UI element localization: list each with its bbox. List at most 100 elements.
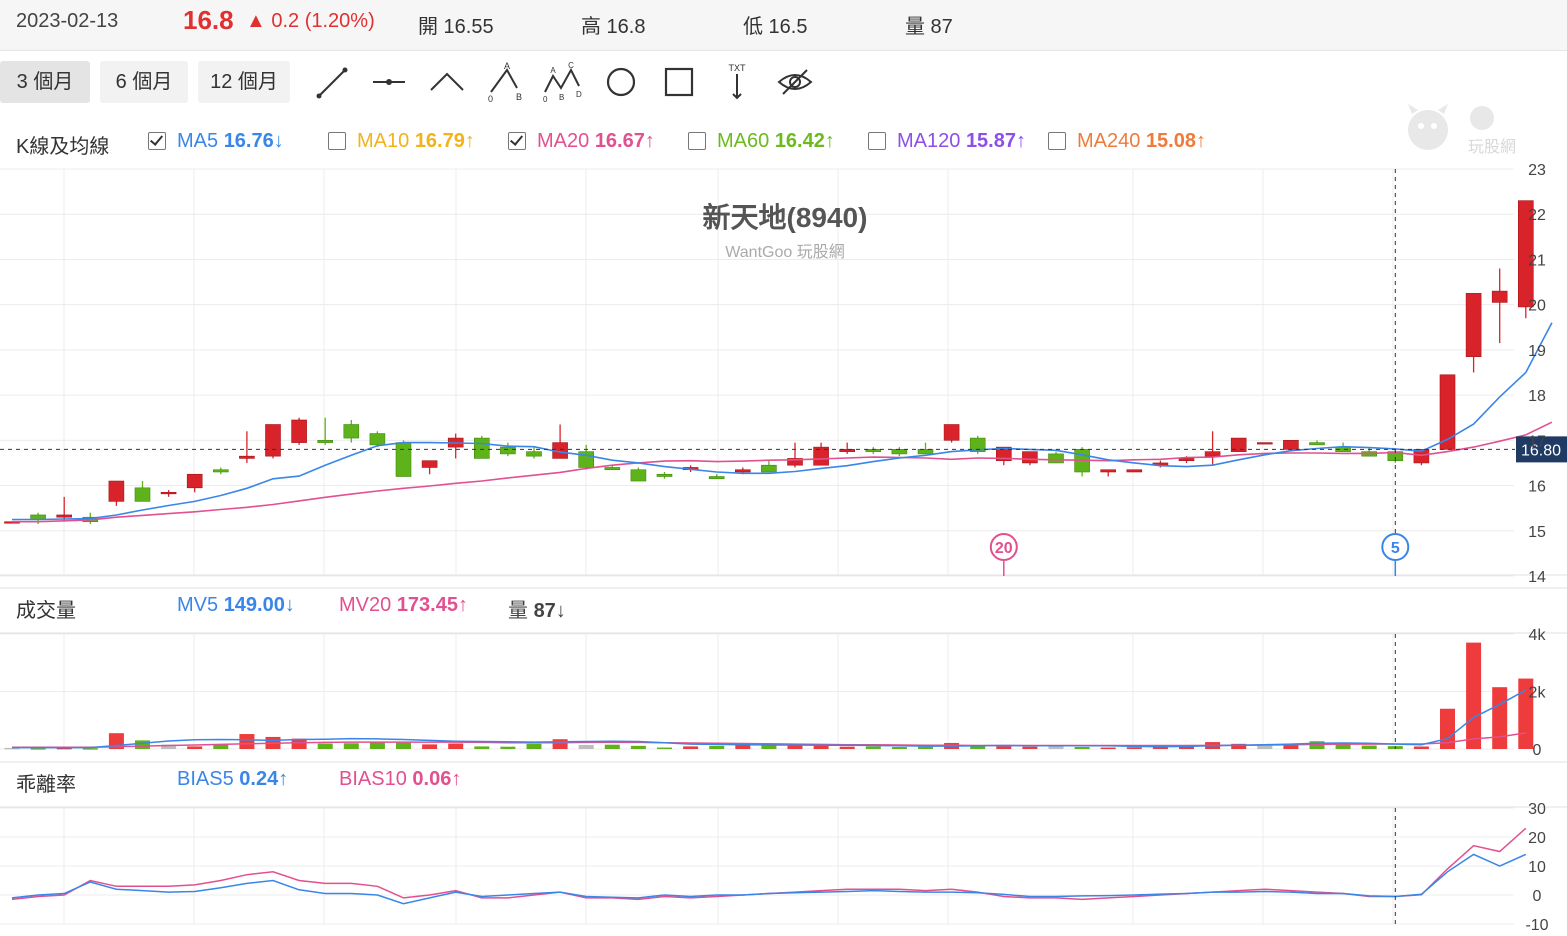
volume-bar <box>604 744 620 749</box>
candle-body <box>369 433 386 446</box>
candle-body <box>1309 442 1325 446</box>
candlestick <box>56 496 73 522</box>
candlestick <box>1126 469 1143 473</box>
volume-bar <box>1335 744 1351 749</box>
volume-bar <box>1048 746 1064 749</box>
candle-body <box>526 451 542 457</box>
candle-body <box>317 440 334 443</box>
volume-bar <box>187 746 203 749</box>
candlestick <box>1465 293 1482 373</box>
candle-body <box>604 467 621 471</box>
candlestick <box>761 460 777 473</box>
candle-body <box>265 424 281 457</box>
candlestick <box>969 435 986 454</box>
candle-body <box>421 460 438 468</box>
candlestick <box>917 442 934 455</box>
volume-bar <box>213 744 229 749</box>
candlestick <box>526 447 542 459</box>
candlestick <box>1100 469 1116 477</box>
candlestick <box>1309 440 1325 446</box>
candlestick <box>421 460 438 475</box>
candlestick <box>395 440 412 477</box>
price-axis-tick: 17 <box>1528 433 1546 450</box>
marker-label: 5 <box>1391 540 1400 557</box>
volume-bar <box>239 734 255 749</box>
volume-bar <box>500 746 516 749</box>
price-axis-tick: 19 <box>1528 343 1546 360</box>
candle-body <box>343 424 360 439</box>
volume-bar <box>317 743 333 749</box>
price-axis-tick: 22 <box>1528 207 1546 224</box>
candlestick <box>1257 442 1273 445</box>
volume-bar <box>552 739 568 749</box>
volume-bar <box>1100 747 1116 750</box>
candlestick <box>578 444 595 470</box>
chart-subtitle: WantGoo 玩股網 <box>725 243 844 261</box>
candle-body <box>1204 451 1221 457</box>
candle-body <box>291 419 307 443</box>
candlestick <box>630 467 647 482</box>
volume-bar <box>1492 687 1508 749</box>
candlestick <box>839 442 856 454</box>
volume-axis-tick: 2k <box>1529 685 1547 702</box>
price-axis-tick: 14 <box>1528 569 1546 586</box>
candlestick <box>160 490 177 497</box>
candlestick <box>108 480 125 506</box>
stock-chart[interactable]: 新天地(8940) WantGoo 玩股網 16.80 232221201918… <box>0 0 1567 936</box>
candle-body <box>1022 451 1038 464</box>
volume-bar <box>630 745 646 749</box>
volume-bar <box>1466 642 1482 749</box>
volume-bar <box>1074 746 1090 749</box>
volume-bar <box>343 743 359 749</box>
candle-body <box>1465 293 1482 357</box>
price-axis-tick: 16 <box>1528 479 1546 496</box>
volume-bar <box>865 746 881 749</box>
volume-bar <box>1022 746 1038 749</box>
candle-body <box>630 469 647 482</box>
bias-axis-tick: 0 <box>1533 888 1542 905</box>
bias-axis-tick: 10 <box>1528 859 1546 876</box>
bias-axis-tick: -10 <box>1525 917 1548 934</box>
candle-body <box>708 476 725 480</box>
bias10-line <box>11 827 1527 901</box>
chart-title: 新天地(8940) <box>703 202 868 233</box>
period-marker[interactable]: 20 <box>989 533 1018 576</box>
candlestick <box>891 447 908 457</box>
candle-body <box>473 437 490 459</box>
candle-body <box>108 480 125 502</box>
candle-body <box>917 449 934 455</box>
candle-body <box>239 455 255 459</box>
candlestick <box>1491 268 1508 344</box>
volume-bar <box>474 746 490 749</box>
marker-label: 20 <box>995 540 1013 557</box>
volume-bar <box>996 746 1012 749</box>
mv5-line <box>12 689 1527 749</box>
candle-body <box>1439 374 1456 450</box>
candle-body <box>656 473 673 477</box>
bias-axis-tick: 20 <box>1528 830 1546 847</box>
candlestick <box>239 431 255 463</box>
candle-body <box>1491 290 1508 303</box>
candlestick <box>473 435 490 459</box>
period-marker[interactable]: 5 <box>1381 533 1410 576</box>
volume-bar <box>839 746 855 749</box>
candlestick <box>865 447 882 454</box>
volume-bar <box>30 748 46 750</box>
bias-axis-tick: 30 <box>1528 801 1546 818</box>
candle-body <box>1283 440 1299 450</box>
candle-body <box>891 449 908 455</box>
price-axis-tick: 21 <box>1528 252 1546 269</box>
candlestick <box>447 433 464 459</box>
candlestick <box>1439 374 1456 450</box>
price-axis-tick: 20 <box>1528 298 1546 315</box>
candlestick <box>656 471 673 479</box>
candlestick <box>1074 447 1090 477</box>
candle-body <box>1257 442 1273 445</box>
volume-bar <box>135 740 150 749</box>
volume-bar <box>369 741 385 749</box>
candle-body <box>1100 469 1116 473</box>
candlestick <box>265 424 281 459</box>
candlestick <box>134 481 151 502</box>
volume-axis-tick: 4k <box>1529 627 1547 644</box>
bias5-line <box>11 853 1527 905</box>
